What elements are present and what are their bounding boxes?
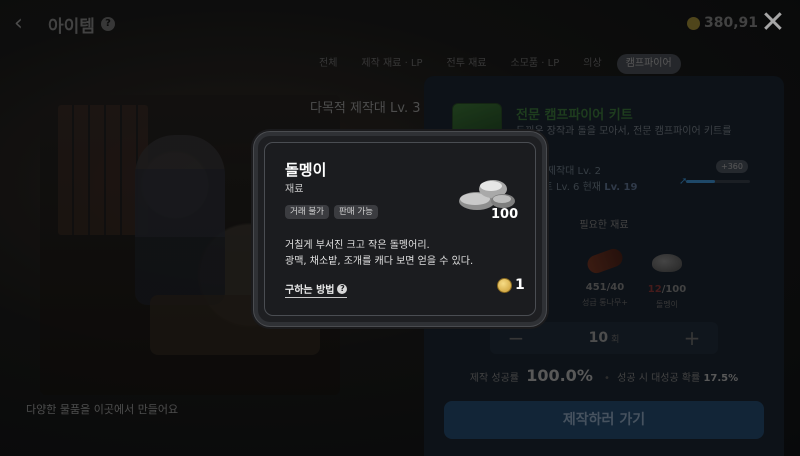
how-to-get-link[interactable]: 구하는 방법 ? [285,281,348,298]
question-circle-icon: ? [337,283,348,294]
item-tooltip-popup: 돌멩이 재료 거래 불가 판매 가능 100 거칠게 부서진 크고 작은 돌멩어… [258,136,542,322]
sell-price: 1 [497,277,525,293]
item-description-line-1: 거칠게 부서진 크고 작은 돌멩어리. [285,240,430,251]
item-type: 재료 [285,184,304,195]
item-description-line-2: 광맥, 채소밭, 조개를 캐다 보면 얻을 수 있다. [285,256,474,267]
item-name: 돌멩이 [285,161,327,179]
item-badges: 거래 불가 판매 가능 [285,205,378,219]
item-tooltip-content: 돌멩이 재료 거래 불가 판매 가능 100 거칠게 부서진 크고 작은 돌멩어… [264,142,536,316]
gold-coin-icon [497,277,512,293]
sell-price-value: 1 [515,277,525,293]
badge-sellable: 판매 가능 [333,205,378,219]
badge-not-tradable: 거래 불가 [285,205,329,219]
how-to-get-label: 구하는 방법 [285,285,335,296]
item-quantity: 100 [491,207,519,222]
item-description: 거칠게 부서진 크고 작은 돌멩어리. 광맥, 채소밭, 조개를 캐다 보면 얻… [285,238,525,270]
